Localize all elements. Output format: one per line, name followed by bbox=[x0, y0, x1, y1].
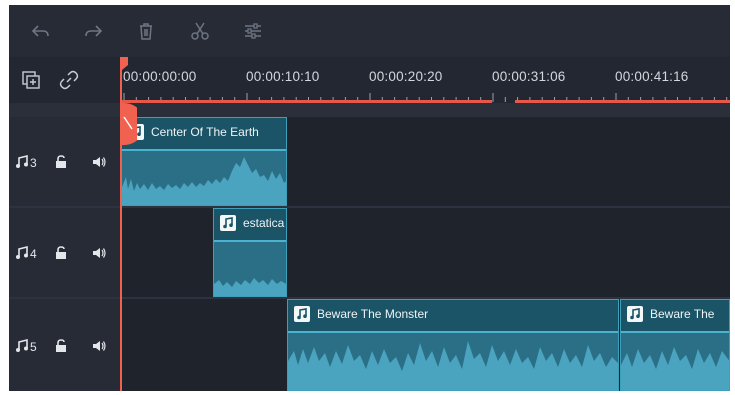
track-number: 4 bbox=[30, 247, 37, 261]
track-lane[interactable]: Center Of The Earth bbox=[121, 117, 730, 206]
speaker-icon[interactable] bbox=[91, 245, 107, 261]
music-note-icon bbox=[220, 215, 236, 231]
timeline-ruler-bar: 00:00:00:00 00:00:10:10 00:00:20:20 00:0… bbox=[9, 57, 730, 103]
timeline-editor: 00:00:00:00 00:00:10:10 00:00:20:20 00:0… bbox=[9, 5, 730, 391]
unlock-icon[interactable] bbox=[53, 154, 69, 170]
audio-track-3: 3 Center Of The Earth bbox=[9, 117, 730, 206]
redo-icon[interactable] bbox=[81, 19, 105, 43]
music-note-icon bbox=[627, 306, 643, 322]
music-note-icon bbox=[14, 154, 30, 170]
delete-icon[interactable] bbox=[134, 19, 158, 43]
track-number: 5 bbox=[30, 340, 37, 354]
audio-clip[interactable]: Center Of The Earth bbox=[121, 117, 287, 206]
cut-icon[interactable] bbox=[188, 19, 212, 43]
adjust-icon[interactable] bbox=[241, 19, 265, 43]
track-header: 3 bbox=[9, 117, 121, 206]
music-note-icon bbox=[294, 306, 310, 322]
audio-clip[interactable]: estatica bbox=[213, 208, 287, 297]
track-header: 4 bbox=[9, 208, 121, 297]
track-area: 3 Center Of The Earth 4 estatica 5 Bewar… bbox=[9, 103, 730, 391]
track-number: 3 bbox=[30, 156, 37, 170]
audio-waveform bbox=[122, 157, 286, 205]
timeline-toolbar bbox=[9, 5, 730, 58]
track-spacer bbox=[9, 103, 730, 117]
audio-clip[interactable]: Beware The Monster bbox=[287, 299, 619, 391]
clip-header: estatica bbox=[214, 209, 286, 242]
track-header: 5 bbox=[9, 299, 121, 391]
clip-header: Beware The bbox=[621, 300, 729, 333]
audio-track-4: 4 estatica bbox=[9, 208, 730, 297]
clip-title: estatica bbox=[243, 216, 285, 230]
track-lane[interactable]: Beware The Monster Beware The bbox=[121, 299, 730, 391]
track-lane[interactable]: estatica bbox=[121, 208, 730, 297]
ruler-ticks bbox=[121, 93, 730, 103]
unlock-icon[interactable] bbox=[53, 338, 69, 354]
music-note-icon bbox=[14, 338, 30, 354]
clip-header: Center Of The Earth bbox=[122, 118, 286, 151]
audio-clip[interactable]: Beware The bbox=[620, 299, 730, 391]
clip-title: Beware The bbox=[650, 307, 715, 321]
timeline-ruler[interactable]: 00:00:00:00 00:00:10:10 00:00:20:20 00:0… bbox=[121, 57, 730, 103]
speaker-icon[interactable] bbox=[91, 338, 107, 354]
link-icon[interactable] bbox=[58, 69, 80, 91]
unlock-icon[interactable] bbox=[53, 245, 69, 261]
clip-title: Center Of The Earth bbox=[151, 125, 259, 139]
audio-waveform bbox=[214, 278, 286, 296]
playhead-handle[interactable] bbox=[120, 103, 137, 145]
undo-icon[interactable] bbox=[29, 19, 53, 43]
add-track-icon[interactable] bbox=[20, 69, 42, 91]
playhead-marker[interactable] bbox=[120, 57, 130, 71]
clip-title: Beware The Monster bbox=[317, 307, 429, 321]
clip-header: Beware The Monster bbox=[288, 300, 618, 333]
audio-waveform bbox=[288, 341, 618, 390]
audio-track-5: 5 Beware The Monster Beware The bbox=[9, 299, 730, 391]
music-note-icon bbox=[14, 245, 30, 261]
audio-waveform bbox=[621, 347, 729, 390]
speaker-icon[interactable] bbox=[91, 154, 107, 170]
